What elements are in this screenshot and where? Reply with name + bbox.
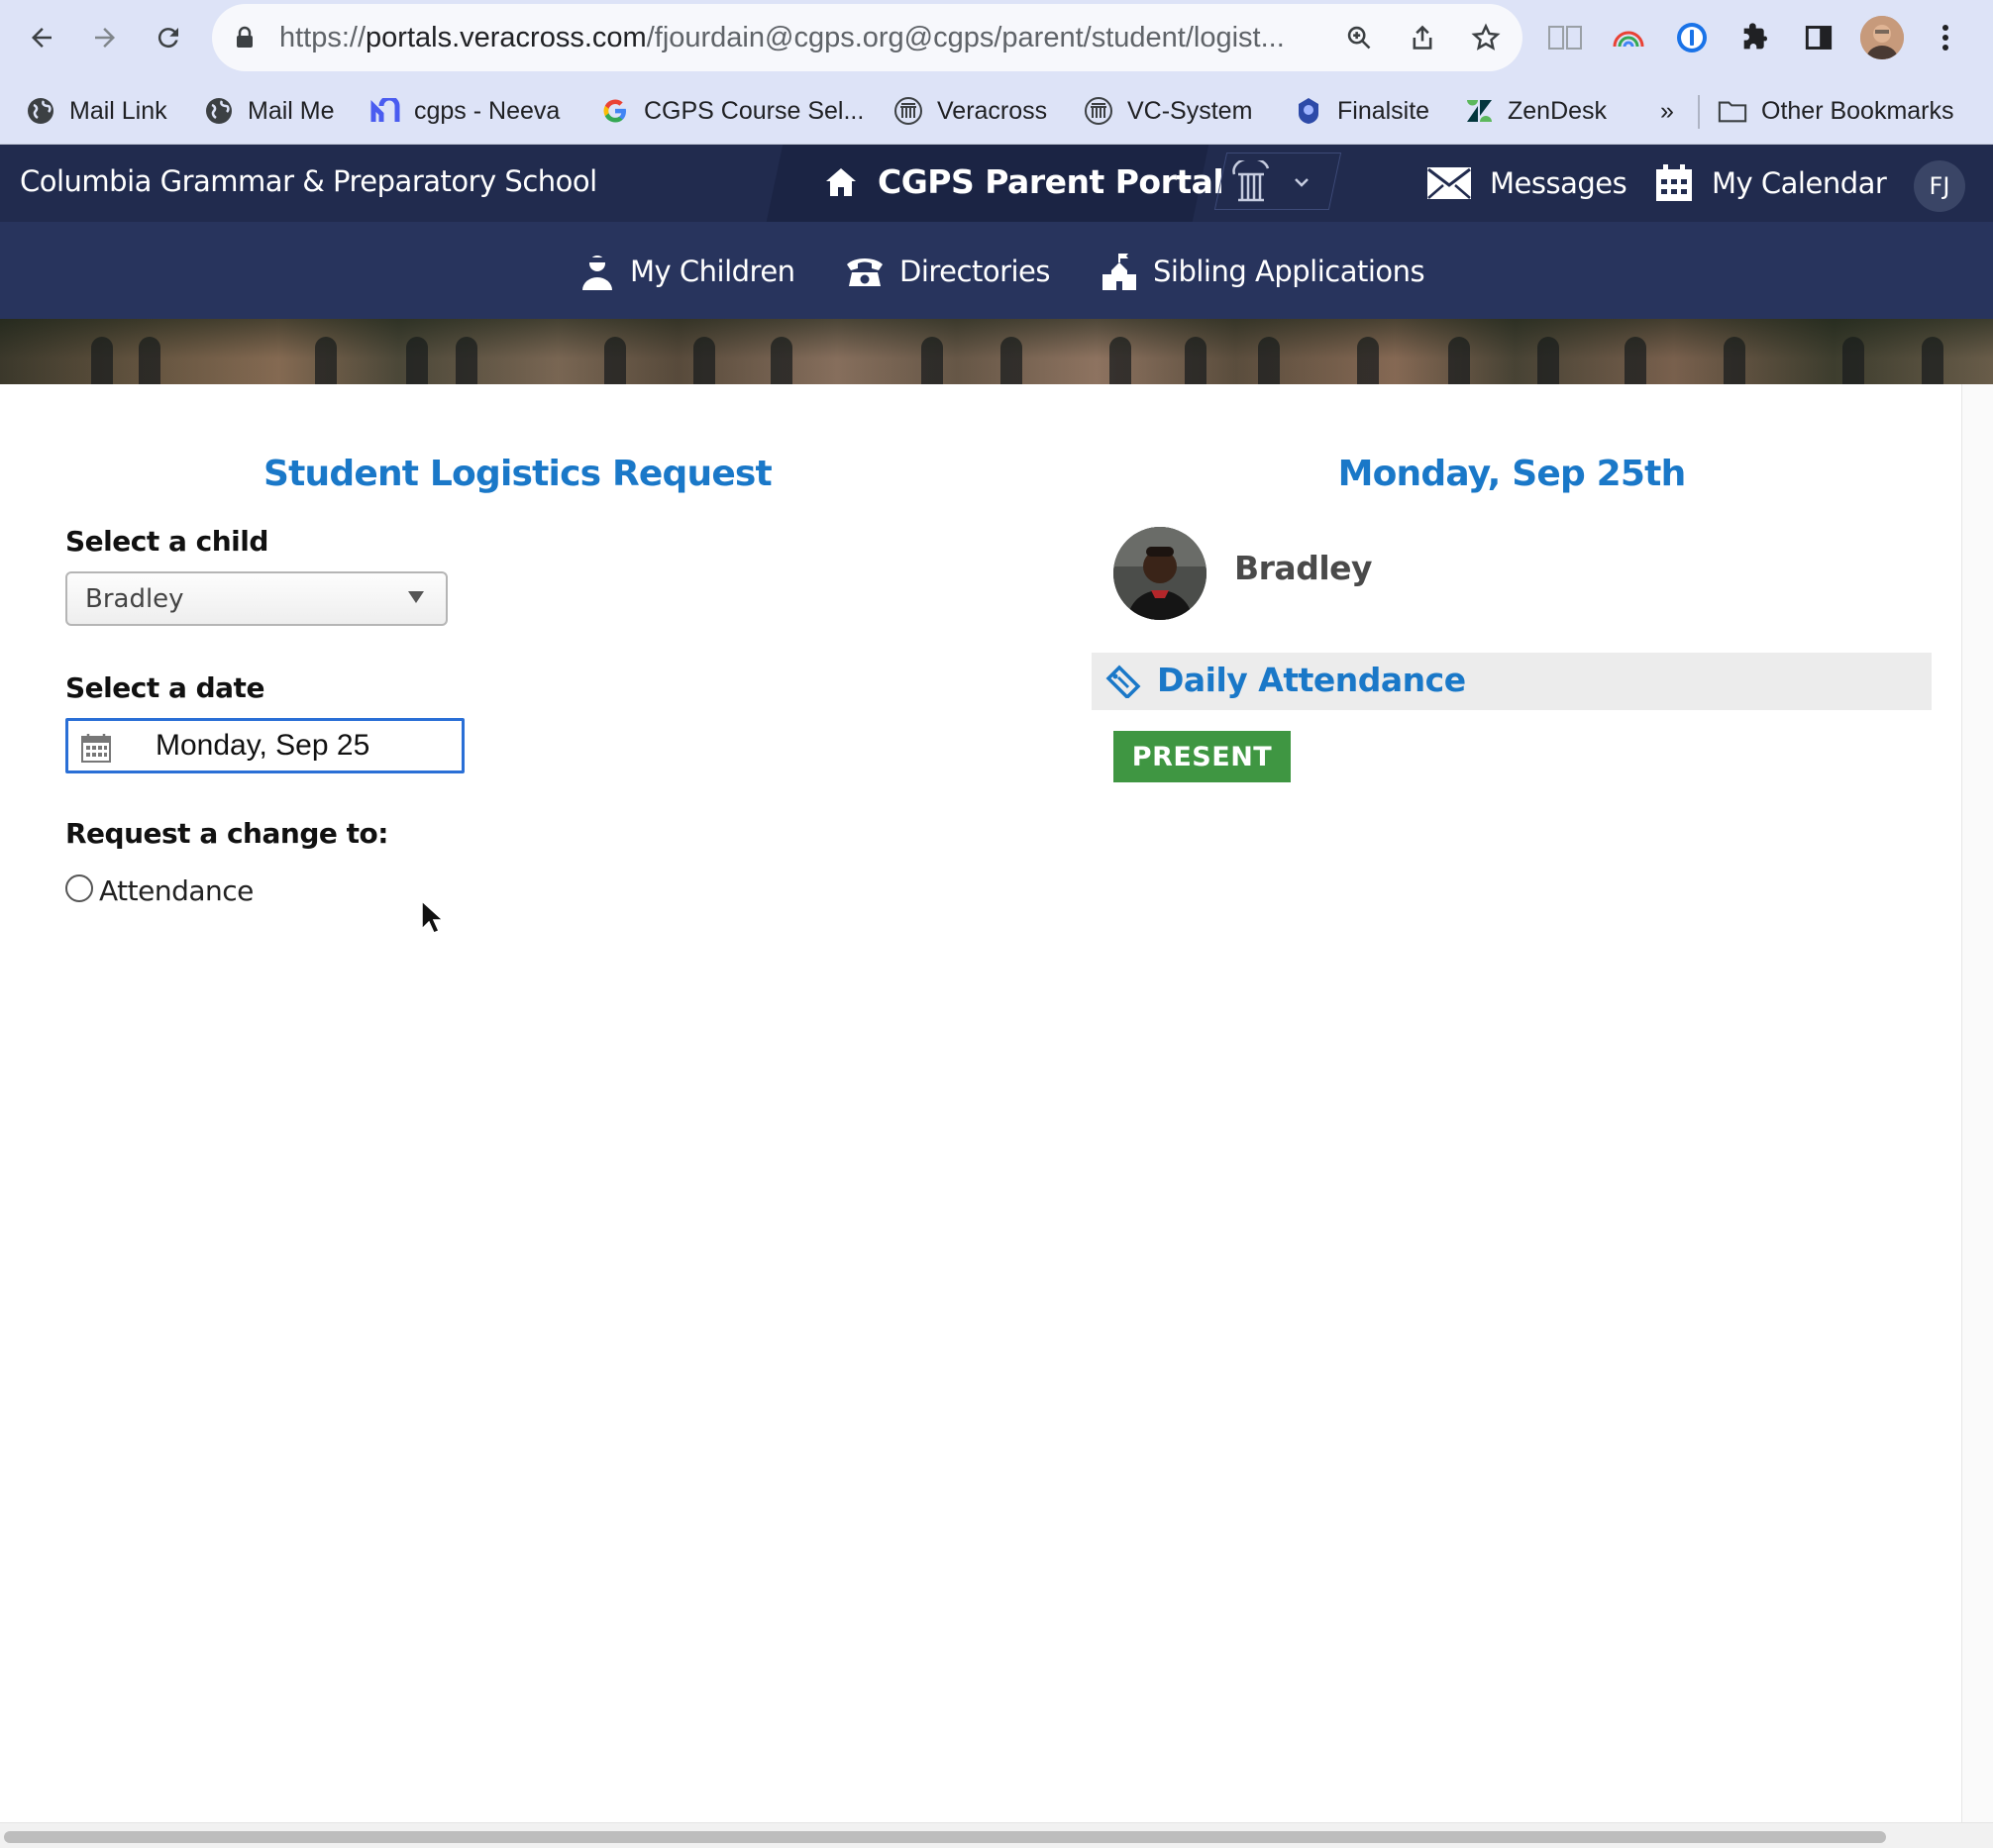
bookmark-mail-me[interactable]: Mail Me: [204, 93, 335, 129]
rainbow-extension-icon[interactable]: [1609, 18, 1648, 57]
student-name: Bradley: [1234, 549, 1373, 587]
my-calendar-link[interactable]: My Calendar: [1654, 160, 1887, 206]
child-select-value: Bradley: [85, 584, 184, 614]
chevron-down-icon: [1295, 178, 1309, 187]
phone-icon: [847, 258, 883, 286]
nav-my-children[interactable]: My Children: [580, 250, 795, 293]
date-heading: Monday, Sep 25th: [1337, 454, 1687, 494]
forward-arrow-icon: [95, 28, 115, 48]
school-building-icon: [1102, 254, 1136, 290]
school-name: Columbia Grammar & Preparatory School: [20, 164, 597, 198]
portal-switcher-toggle[interactable]: [1228, 160, 1311, 204]
user-avatar[interactable]: FJ: [1914, 160, 1965, 212]
main-navigation: My Children Directories Sibling Applicat…: [0, 222, 1993, 319]
dropdown-arrow-icon: [408, 591, 424, 603]
calendar-icon: [81, 734, 111, 763]
bookmark-vc-system[interactable]: VC-System: [1084, 93, 1252, 129]
globe-icon: [204, 96, 234, 126]
daily-attendance-title: Daily Attendance: [1157, 661, 1466, 699]
browser-profile-avatar[interactable]: [1860, 16, 1904, 59]
site-header: Columbia Grammar & Preparatory School CG…: [0, 145, 1993, 222]
horizontal-scrollbar[interactable]: [0, 1822, 1993, 1848]
date-input[interactable]: [156, 727, 453, 765]
browser-toolbar: https://portals.veracross.com/fjourdain@…: [0, 0, 1993, 75]
finalsite-icon: [1294, 96, 1323, 126]
home-icon: [826, 167, 856, 196]
reading-list-icon[interactable]: [1545, 18, 1585, 57]
page-content: Student Logistics Request Monday, Sep 25…: [0, 384, 1961, 1822]
right-gutter: [1961, 384, 1993, 1822]
student-photo: [1113, 527, 1206, 620]
veracross-icon: [1084, 96, 1113, 126]
messages-link[interactable]: Messages: [1426, 160, 1627, 206]
back-arrow-icon: [32, 28, 52, 48]
attendance-status-badge: PRESENT: [1113, 731, 1291, 782]
daily-attendance-header: Daily Attendance: [1092, 653, 1932, 710]
calendar-icon: [1656, 164, 1692, 201]
bookmarks-bar: Mail Link Mail Me cgps - Neeva CGPS Cour…: [0, 75, 1993, 145]
select-child-label: Select a child: [65, 525, 268, 558]
share-icon[interactable]: [1405, 20, 1440, 55]
mouse-cursor-icon: [421, 899, 444, 934]
url-text[interactable]: https://portals.veracross.com/fjourdain@…: [279, 22, 1285, 54]
date-field[interactable]: [65, 718, 465, 773]
extensions-puzzle-icon[interactable]: [1735, 18, 1775, 57]
envelope-icon: [1427, 167, 1471, 199]
request-change-label: Request a change to:: [65, 817, 388, 850]
veracross-icon: [893, 96, 923, 126]
bookmark-finalsite[interactable]: Finalsite: [1294, 93, 1429, 129]
select-date-label: Select a date: [65, 671, 264, 704]
reload-button[interactable]: [145, 14, 192, 61]
google-icon: [600, 96, 630, 126]
nav-sibling-applications[interactable]: Sibling Applications: [1101, 250, 1425, 293]
zoom-icon[interactable]: [1341, 20, 1377, 55]
side-panel-icon[interactable]: [1799, 18, 1838, 57]
attendance-option-label: Attendance: [99, 874, 254, 907]
bookmark-mail-link[interactable]: Mail Link: [26, 93, 167, 129]
neeva-icon: [370, 96, 400, 126]
pillar-logo-icon: [1232, 160, 1270, 202]
bookmark-star-icon[interactable]: [1468, 20, 1504, 55]
bookmark-zendesk[interactable]: ZenDesk: [1464, 93, 1607, 129]
form-heading: Student Logistics Request: [263, 454, 773, 494]
bookmarks-overflow-button[interactable]: »: [1660, 93, 1674, 129]
forward-button[interactable]: [81, 14, 129, 61]
campus-banner-image: [0, 319, 1993, 384]
bookmarks-divider: [1698, 95, 1700, 129]
portal-home-link[interactable]: CGPS Parent Portal: [824, 162, 1224, 201]
password-manager-icon[interactable]: [1672, 18, 1712, 57]
scrollbar-thumb[interactable]: [4, 1831, 1886, 1843]
attendance-radio[interactable]: [65, 873, 93, 902]
bookmark-cgps-course-sel[interactable]: CGPS Course Sel...: [600, 93, 864, 129]
child-select[interactable]: Bradley: [65, 571, 448, 626]
browser-menu-icon[interactable]: [1926, 18, 1965, 57]
ticket-icon: [1105, 665, 1141, 698]
address-bar[interactable]: https://portals.veracross.com/fjourdain@…: [212, 4, 1522, 71]
attendance-option[interactable]: Attendance: [65, 873, 254, 907]
back-button[interactable]: [18, 14, 65, 61]
globe-icon: [26, 96, 55, 126]
zendesk-icon: [1464, 96, 1494, 126]
reload-icon: [157, 28, 178, 49]
bookmark-cgps-neeva[interactable]: cgps - Neeva: [370, 93, 560, 129]
other-bookmarks-folder[interactable]: Other Bookmarks: [1718, 93, 1954, 129]
nav-directories[interactable]: Directories: [846, 250, 1051, 293]
folder-icon: [1718, 96, 1747, 126]
lock-icon: [237, 26, 253, 48]
student-icon: [582, 256, 612, 290]
bookmark-veracross[interactable]: Veracross: [893, 93, 1047, 129]
